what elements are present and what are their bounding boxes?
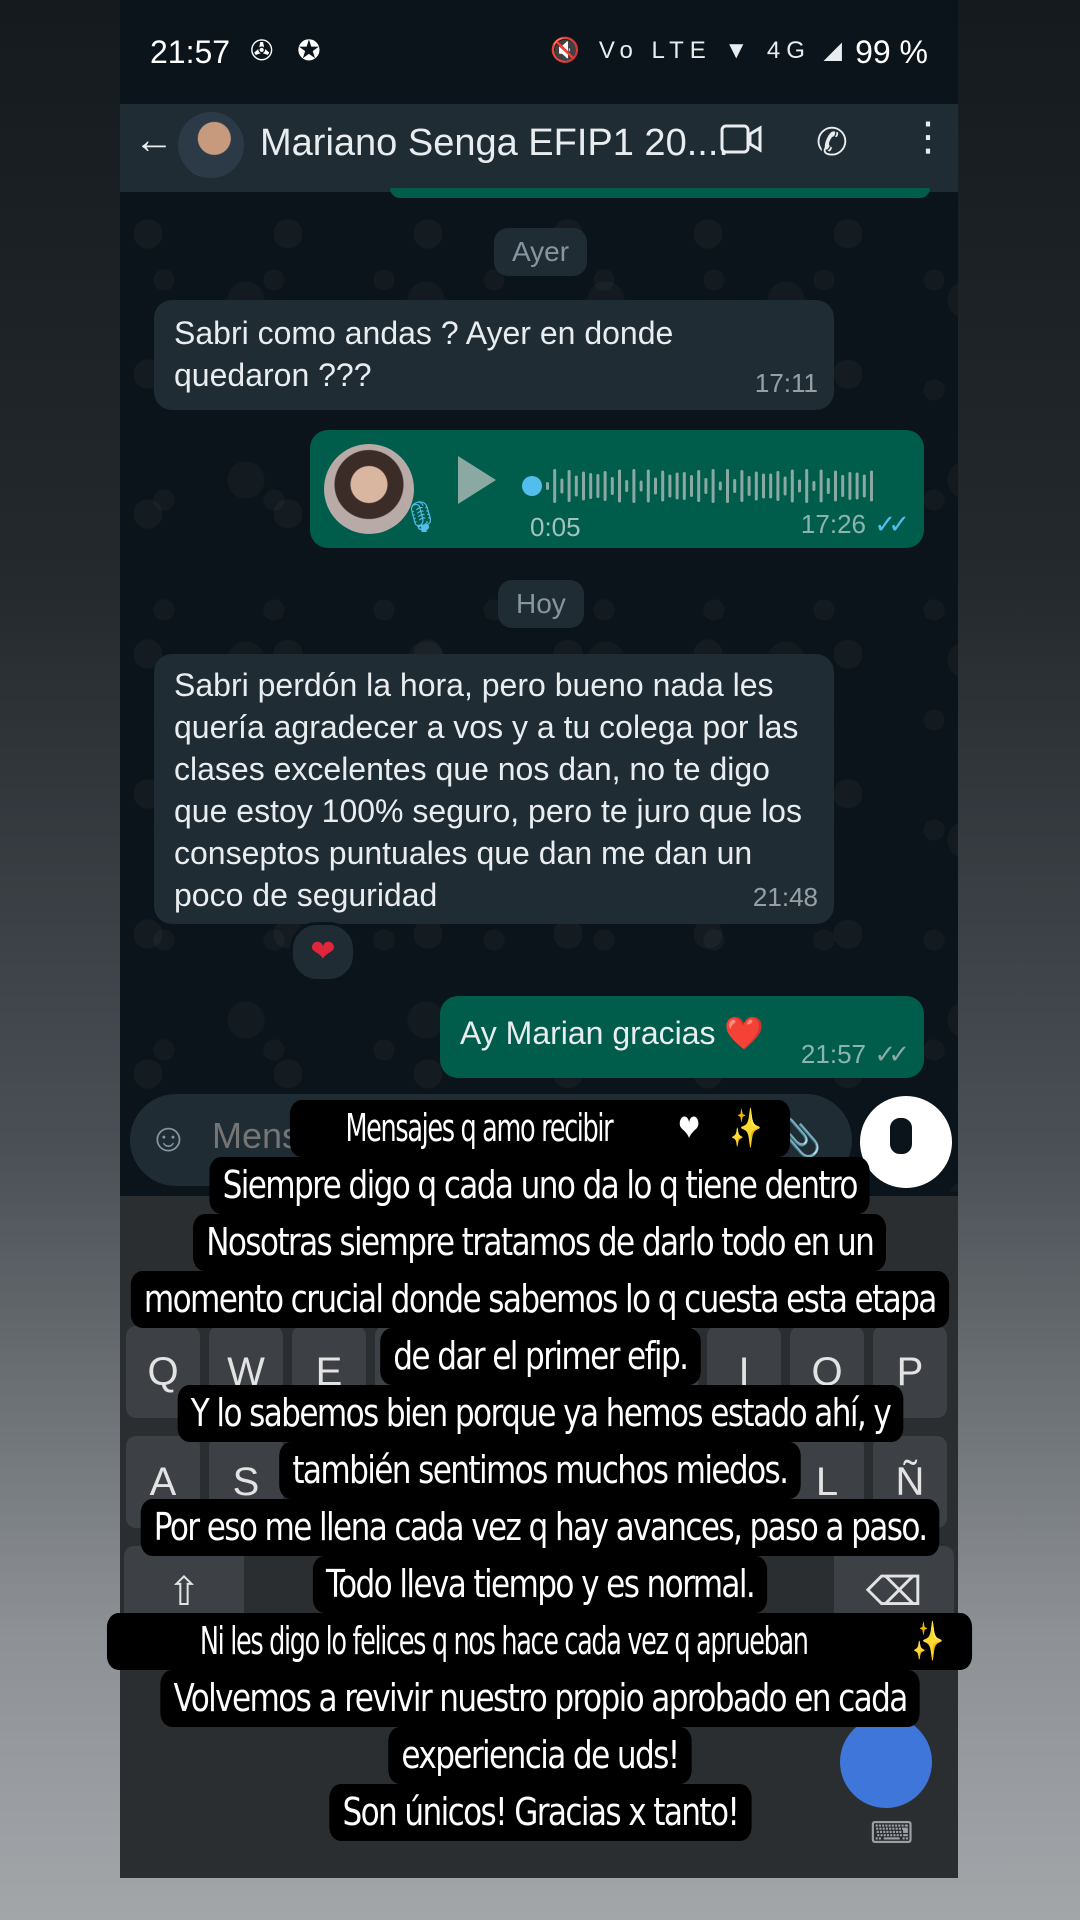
caption-line: de dar el primer efip. <box>0 1328 1080 1385</box>
waveform-bar <box>675 472 679 500</box>
voice-duration: 0:05 <box>530 512 581 542</box>
waveform-bar <box>740 470 744 502</box>
waveform-bar <box>646 469 650 503</box>
message-time: 21:48 <box>752 882 818 912</box>
message-voice-note[interactable]: 🎙 0:05 17:26 ✓✓ <box>310 430 924 548</box>
waveform-bar <box>733 479 737 493</box>
message-time: 17:11 <box>754 368 818 398</box>
previous-message-edge <box>390 188 930 198</box>
waveform-bar <box>783 476 787 496</box>
waveform-bar <box>574 475 578 497</box>
waveform-bar <box>747 476 751 496</box>
waveform-bar <box>769 473 773 499</box>
waveform-bar <box>625 480 629 492</box>
waveform-bar <box>841 475 845 497</box>
voice-call-icon[interactable]: ✆ <box>816 120 848 165</box>
caption-line: Por eso me llena cada vez q hay avances,… <box>0 1499 1080 1556</box>
voice-waveform[interactable] <box>522 466 882 506</box>
caption-line: también sentimos muchos miedos. <box>0 1442 1080 1499</box>
waveform-bar <box>582 471 585 501</box>
waveform-bar <box>661 470 665 502</box>
waveform-bar <box>776 471 780 501</box>
waveform-bar <box>862 474 866 498</box>
waveform-bar <box>668 474 672 498</box>
play-icon[interactable] <box>458 456 496 504</box>
mic-icon: 🎙 <box>402 501 441 534</box>
heart-emoji-icon: ❤ <box>667 1100 710 1157</box>
caption-line: Y lo sabemos bien porque ya hemos estado… <box>0 1385 1080 1442</box>
waveform-bar <box>711 469 715 503</box>
waveform-bar <box>618 469 621 503</box>
message-text: Sabri como andas ? Ayer en donde quedaro… <box>174 315 674 393</box>
heart-reaction-icon[interactable]: ❤ <box>290 922 356 982</box>
status-time: 21:57 <box>150 34 231 70</box>
waveform-bar <box>697 470 701 502</box>
waveform-bar <box>805 469 809 503</box>
waveform-bar <box>610 477 614 495</box>
caption-line: Volvemos a revivir nuestro propio aproba… <box>0 1670 1080 1727</box>
waveform-bar <box>826 478 830 494</box>
waveform-bar <box>560 478 564 494</box>
waveform-bar <box>790 469 794 503</box>
message-outgoing-1[interactable]: Ay Marian gracias ❤️ 21:57 ✓✓ <box>440 996 924 1078</box>
date-divider-yesterday: Ayer <box>494 228 588 276</box>
waveform-bar <box>834 470 837 502</box>
caption-line: Siempre digo q cada uno da lo q tiene de… <box>0 1157 1080 1214</box>
caption-line: Nosotras siempre tratamos de darlo todo … <box>0 1214 1080 1271</box>
waveform-bar <box>589 473 593 499</box>
waveform-bar <box>553 469 557 503</box>
message-incoming-2[interactable]: Sabri perdón la hora, pero bueno nada le… <box>154 654 834 924</box>
message-incoming-1[interactable]: Sabri como andas ? Ayer en donde quedaro… <box>154 300 834 410</box>
waveform-bar <box>603 471 607 501</box>
waveform-bar <box>546 482 549 490</box>
date-divider-today: Hoy <box>498 580 584 628</box>
notification-icons: ✇ ✪ <box>250 35 329 66</box>
back-arrow-icon[interactable]: ← <box>134 118 174 163</box>
waveform-bar <box>726 469 729 503</box>
battery-level: 99 % <box>855 34 928 70</box>
status-bar: 21:57 ✇ ✪ 🔇 Vo LTE ▼ 4G ◢ 99 % <box>120 0 958 104</box>
waveform-bar <box>567 470 571 502</box>
waveform-bar <box>654 477 657 495</box>
message-time: 21:57 <box>800 1039 866 1069</box>
caption-line: Mensajes q amo recibir ❤ ✨ <box>0 1100 1080 1157</box>
waveform-bar <box>762 473 765 499</box>
caption-line: Todo lleva tiempo y es normal. <box>0 1556 1080 1613</box>
waveform-bar <box>682 472 686 500</box>
story-caption-overlay: Mensajes q amo recibir ❤ ✨ Siempre digo q… <box>0 1100 1080 1841</box>
delivered-ticks-icon: ✓✓ <box>874 1039 909 1069</box>
waveform-bar <box>870 470 873 502</box>
video-call-icon[interactable] <box>720 122 762 156</box>
waveform-bar <box>639 480 643 492</box>
contact-name[interactable]: Mariano Senga EFIP1 20.... <box>260 122 729 165</box>
voice-sender-avatar <box>324 444 414 534</box>
signal-icons: 🔇 Vo LTE ▼ 4G ◢ <box>550 37 848 64</box>
waveform-bar <box>798 479 801 493</box>
waveform-bar <box>690 475 693 497</box>
waveform-bar <box>754 471 758 501</box>
waveform-bar <box>718 481 722 491</box>
waveform-bar <box>848 472 852 500</box>
sparkles-emoji-icon: ✨ <box>719 1100 772 1157</box>
message-text: Sabri perdón la hora, pero bueno nada le… <box>174 667 802 913</box>
waveform-bar <box>632 469 636 503</box>
caption-line: momento crucial donde sabemos lo q cuest… <box>0 1271 1080 1328</box>
sparkles-emoji-icon: ✨ <box>901 1613 954 1670</box>
caption-line: Son únicos! Gracias x tanto! <box>0 1784 1080 1841</box>
waveform-bar <box>812 481 816 491</box>
waveform-bar <box>855 472 859 500</box>
message-time: 17:26 <box>800 509 866 539</box>
read-ticks-icon: ✓✓ <box>874 509 909 539</box>
waveform-bar <box>704 478 708 494</box>
waveform-bar <box>596 474 600 498</box>
message-text: Ay Marian gracias ❤️ <box>460 1015 765 1051</box>
waveform-bar <box>819 469 823 503</box>
caption-line: Ni les digo lo felices q nos hace cada v… <box>0 1613 1080 1670</box>
contact-avatar[interactable] <box>178 112 244 178</box>
more-options-icon[interactable]: ⋮ <box>908 114 948 160</box>
caption-line: experiencia de uds! <box>0 1727 1080 1784</box>
chat-header: ← Mariano Senga EFIP1 20.... ✆ ⋮ <box>120 104 958 192</box>
